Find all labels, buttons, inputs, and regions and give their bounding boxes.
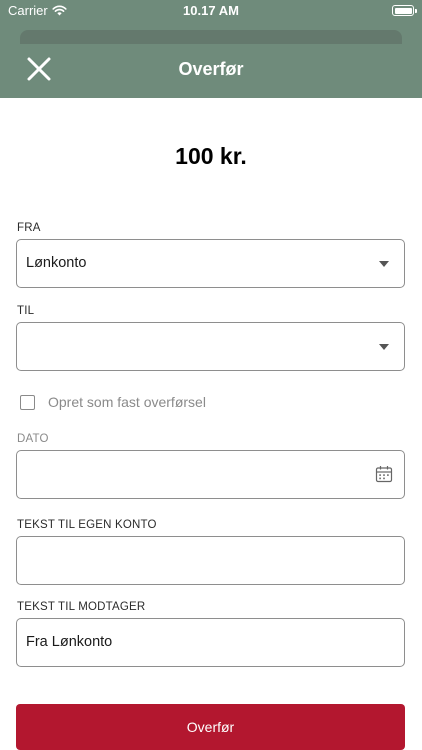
recurring-transfer-option[interactable]: Opret som fast overførsel	[20, 394, 206, 410]
transfer-amount: 100 kr.	[175, 143, 247, 169]
calendar-icon[interactable]	[375, 465, 393, 483]
navigation-header: Carrier 10.17 AM Overfør	[0, 0, 422, 98]
page-title: Overfør	[178, 59, 244, 79]
chevron-down-icon	[379, 261, 389, 267]
recipient-text-label: TEKST TIL MODTAGER	[17, 601, 146, 613]
recurring-transfer-label: Opret som fast overførsel	[48, 394, 206, 410]
transfer-submit-button[interactable]: Overfør	[16, 704, 405, 750]
from-account-select[interactable]: Lønkonto	[16, 239, 405, 288]
from-account-value: Lønkonto	[26, 255, 87, 271]
battery-icon	[392, 5, 417, 16]
date-label: DATO	[17, 433, 49, 445]
stacked-sheet-edge	[20, 30, 402, 44]
recipient-text-input[interactable]: Fra Lønkonto	[16, 618, 405, 667]
recurring-transfer-checkbox[interactable]	[20, 394, 35, 410]
to-account-select[interactable]	[16, 322, 405, 371]
recipient-text-value: Fra Lønkonto	[26, 634, 113, 650]
own-account-text-label: TEKST TIL EGEN KONTO	[17, 519, 157, 531]
status-time: 10.17 AM	[183, 3, 239, 18]
transfer-submit-label: Overfør	[186, 719, 235, 735]
to-account-label: TIL	[17, 305, 35, 317]
chevron-down-icon	[379, 344, 389, 350]
own-account-text-input[interactable]	[16, 536, 405, 585]
from-account-label: FRA	[17, 222, 41, 234]
date-field[interactable]	[16, 450, 405, 499]
status-bar: Carrier 10.17 AM	[0, 0, 422, 22]
